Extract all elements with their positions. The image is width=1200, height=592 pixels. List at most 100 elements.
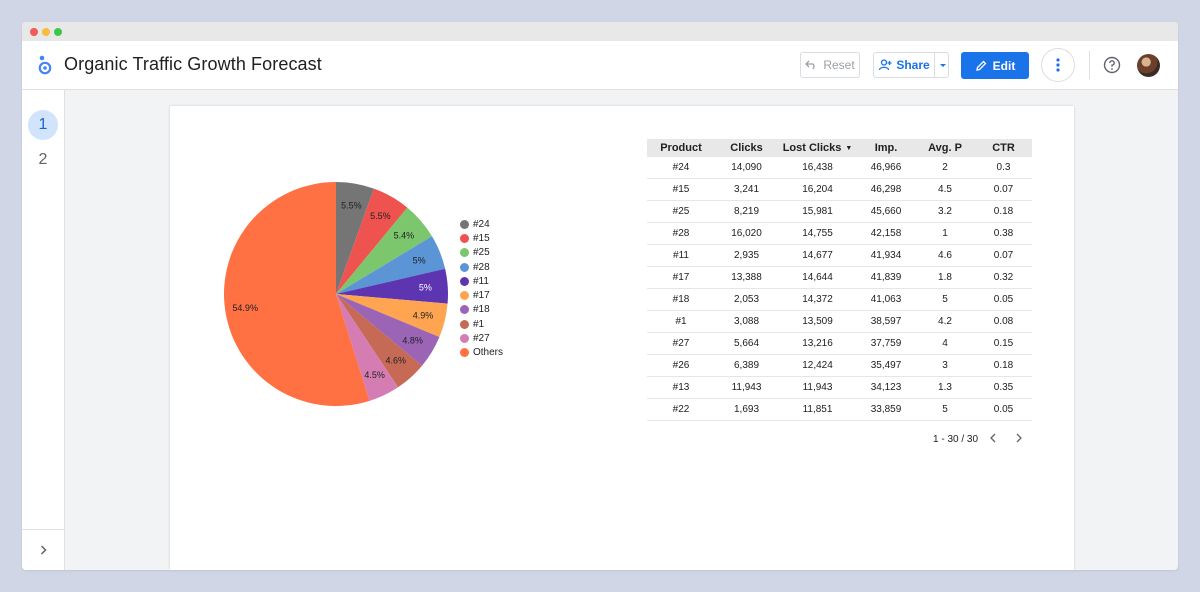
reset-button[interactable]: Reset <box>800 52 860 78</box>
cell-ctr: 0.15 <box>975 332 1032 355</box>
data-table: Product Clicks Lost Clicks ▼ Imp. Avg. P … <box>647 139 1032 445</box>
cell-product: #27 <box>647 332 715 355</box>
share-dropdown-button[interactable] <box>934 53 950 77</box>
cell-ctr: 0.3 <box>975 157 1032 179</box>
cell-lost-clicks: 11,851 <box>778 398 857 421</box>
legend-swatch <box>460 219 469 229</box>
table-row[interactable]: #13 11,943 11,943 34,123 1.3 0.35 <box>647 376 1032 399</box>
legend-item[interactable]: #1 <box>460 317 503 331</box>
cell-avg-position: 4 <box>915 332 975 355</box>
cell-lost-clicks: 13,509 <box>778 310 857 333</box>
header-divider <box>1089 51 1090 79</box>
table-row[interactable]: #26 6,389 12,424 35,497 3 0.18 <box>647 354 1032 377</box>
legend-swatch <box>460 276 469 286</box>
legend-item[interactable]: Others <box>460 346 503 360</box>
cell-lost-clicks: 16,204 <box>778 178 857 201</box>
cell-impressions: 46,298 <box>857 178 915 201</box>
legend-item[interactable]: #17 <box>460 288 503 302</box>
column-header-impressions[interactable]: Imp. <box>857 139 915 157</box>
legend-swatch <box>460 233 469 243</box>
cell-ctr: 0.35 <box>975 376 1032 399</box>
cell-lost-clicks: 14,755 <box>778 222 857 245</box>
column-header-avg-position[interactable]: Avg. P <box>915 139 975 157</box>
window-titlebar <box>22 22 1178 41</box>
share-main[interactable]: Share <box>874 53 934 77</box>
table-row[interactable]: #27 5,664 13,216 37,759 4 0.15 <box>647 332 1032 355</box>
legend-label: #24 <box>473 218 490 230</box>
legend-label: #28 <box>473 261 490 273</box>
table-row[interactable]: #28 16,020 14,755 42,158 1 0.38 <box>647 222 1032 245</box>
pie-slice-label: 5.5% <box>341 201 362 211</box>
table-row[interactable]: #17 13,388 14,644 41,839 1.8 0.32 <box>647 266 1032 289</box>
legend-item[interactable]: #27 <box>460 331 503 345</box>
table-row[interactable]: #24 14,090 16,438 46,966 2 0.3 <box>647 157 1032 179</box>
chevron-right-icon <box>40 545 47 555</box>
legend-item[interactable]: #15 <box>460 231 503 245</box>
column-header-product[interactable]: Product <box>647 139 715 157</box>
legend-label: #17 <box>473 290 490 302</box>
pie-slice-label: 5.5% <box>370 211 391 221</box>
legend-item[interactable]: #28 <box>460 260 503 274</box>
cell-impressions: 46,966 <box>857 157 915 179</box>
cell-impressions: 41,839 <box>857 266 915 289</box>
table-row[interactable]: #15 3,241 16,204 46,298 4.5 0.07 <box>647 178 1032 201</box>
expand-sidebar-button[interactable] <box>22 529 64 570</box>
legend-item[interactable]: #24 <box>460 217 503 231</box>
legend-item[interactable]: #11 <box>460 274 503 288</box>
report-title[interactable]: Organic Traffic Growth Forecast <box>64 54 322 75</box>
cell-product: #13 <box>647 376 715 399</box>
legend-item[interactable]: #25 <box>460 246 503 260</box>
share-button[interactable]: Share <box>873 52 949 78</box>
column-header-ctr[interactable]: CTR <box>975 139 1032 157</box>
cell-avg-position: 5 <box>915 398 975 421</box>
legend-label: Others <box>473 347 504 359</box>
legend-swatch <box>460 334 469 344</box>
table-row[interactable]: #25 8,219 15,981 45,660 3.2 0.18 <box>647 200 1032 223</box>
cell-product: #17 <box>647 266 715 289</box>
page-item-1[interactable]: 1 <box>28 110 58 140</box>
more-options-button[interactable] <box>1041 48 1075 82</box>
legend-swatch <box>460 319 469 329</box>
table-row[interactable]: #1 3,088 13,509 38,597 4.2 0.08 <box>647 310 1032 333</box>
cell-clicks: 14,090 <box>715 157 778 179</box>
table-row[interactable]: #11 2,935 14,677 41,934 4.6 0.07 <box>647 244 1032 267</box>
looker-studio-logo-icon[interactable] <box>36 54 54 76</box>
legend-swatch <box>460 348 469 358</box>
maximize-window-icon[interactable] <box>54 28 62 36</box>
column-header-clicks[interactable]: Clicks <box>715 139 778 157</box>
cell-avg-position: 1.8 <box>915 266 975 289</box>
column-header-lost-clicks[interactable]: Lost Clicks ▼ <box>778 139 857 157</box>
minimize-window-icon[interactable] <box>42 28 50 36</box>
avatar[interactable] <box>1137 54 1160 77</box>
pie-chart[interactable]: 5.5%5.5%5.4%5%5%4.9%4.8%4.6%4.5%54.9% <box>210 166 450 406</box>
close-window-icon[interactable] <box>30 28 38 36</box>
cell-clicks: 8,219 <box>715 200 778 223</box>
legend-item[interactable]: #18 <box>460 303 503 317</box>
pie-slice-label: 5% <box>419 283 432 293</box>
cell-lost-clicks: 12,424 <box>778 354 857 377</box>
page-item-2[interactable]: 2 <box>28 145 58 175</box>
help-icon[interactable] <box>1103 56 1121 74</box>
legend-label: #18 <box>473 304 490 316</box>
chevron-right-icon[interactable] <box>1013 431 1025 445</box>
chevron-left-icon[interactable] <box>987 431 999 445</box>
cell-impressions: 37,759 <box>857 332 915 355</box>
cell-avg-position: 3 <box>915 354 975 377</box>
cell-impressions: 34,123 <box>857 376 915 399</box>
sort-descending-icon: ▼ <box>845 144 853 152</box>
cell-product: #15 <box>647 178 715 201</box>
cell-lost-clicks: 13,216 <box>778 332 857 355</box>
cell-clicks: 3,088 <box>715 310 778 333</box>
cell-product: #25 <box>647 200 715 223</box>
legend-swatch <box>460 305 469 315</box>
table-row[interactable]: #18 2,053 14,372 41,063 5 0.05 <box>647 288 1032 311</box>
edit-button[interactable]: Edit <box>961 52 1029 79</box>
table-row[interactable]: #22 1,693 11,851 33,859 5 0.05 <box>647 398 1032 421</box>
cell-lost-clicks: 11,943 <box>778 376 857 399</box>
cell-lost-clicks: 16,438 <box>778 157 857 179</box>
cell-impressions: 41,934 <box>857 244 915 267</box>
cell-impressions: 42,158 <box>857 222 915 245</box>
cell-clicks: 11,943 <box>715 376 778 399</box>
pie-slice-label: 4.6% <box>386 356 407 366</box>
cell-lost-clicks: 14,644 <box>778 266 857 289</box>
